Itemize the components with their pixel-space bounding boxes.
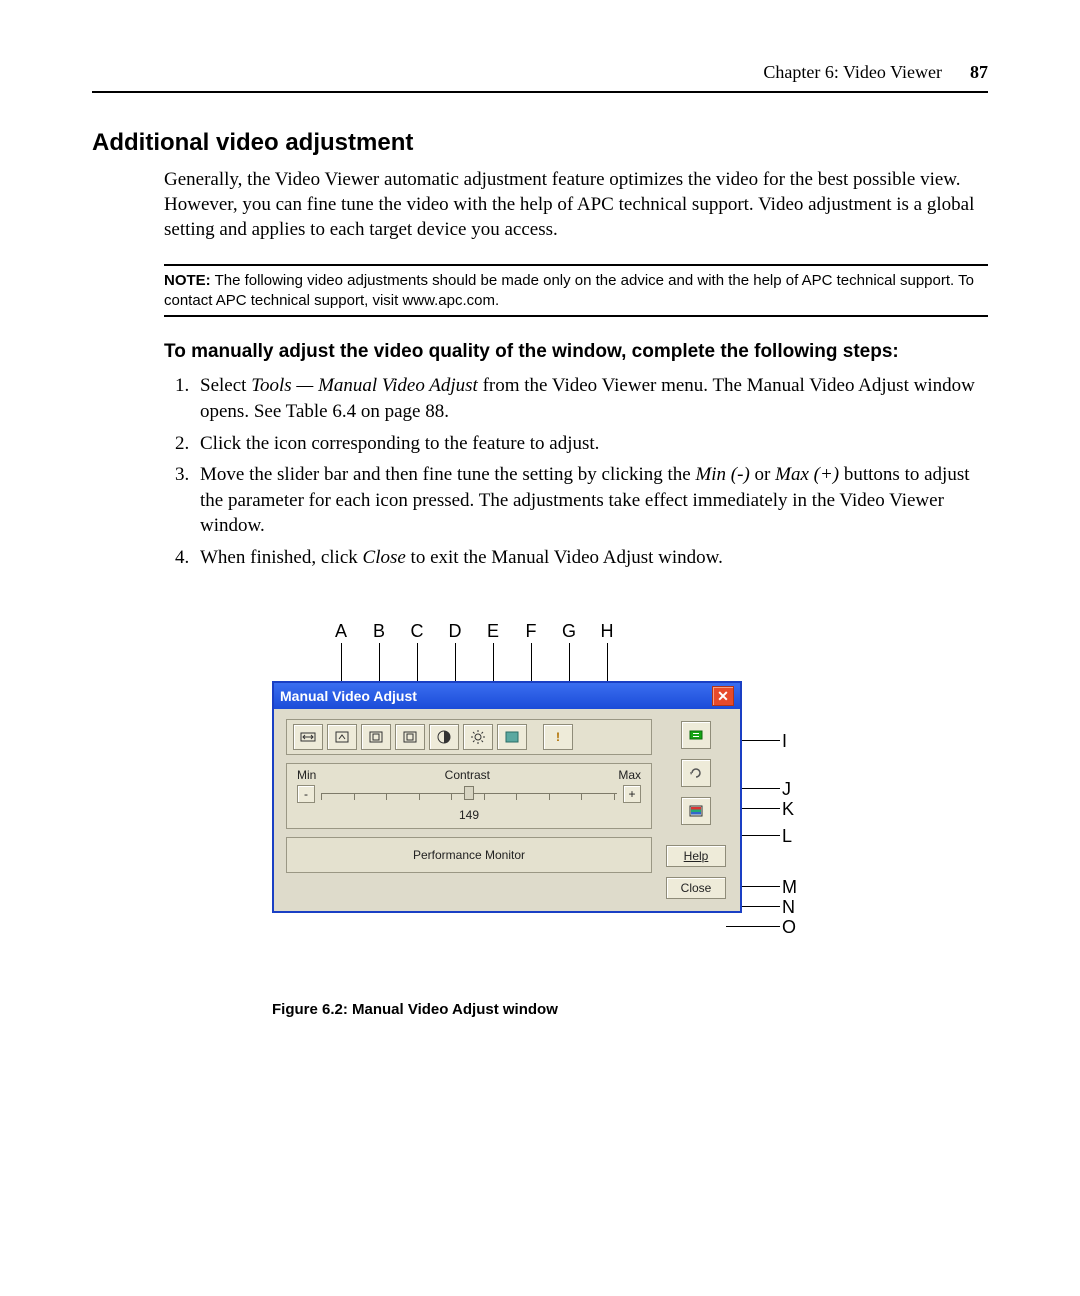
section-title: Additional video adjustment bbox=[92, 129, 988, 157]
callout-J: J bbox=[782, 779, 791, 800]
steps-list: Select Tools — Manual Video Adjust from … bbox=[164, 373, 988, 570]
running-header: Chapter 6: Video Viewer 87 bbox=[92, 62, 988, 93]
intro-paragraph: Generally, the Video Viewer automatic ad… bbox=[164, 167, 988, 242]
note-block: NOTE: The following video adjustments sh… bbox=[164, 264, 988, 317]
step-3: Move the slider bar and then fine tune t… bbox=[194, 462, 988, 539]
callout-M: M bbox=[782, 877, 797, 898]
fine-adjust-icon[interactable] bbox=[327, 724, 357, 750]
noise-icon[interactable] bbox=[497, 724, 527, 750]
callout-L: L bbox=[782, 826, 792, 847]
close-button[interactable]: Close bbox=[666, 877, 726, 899]
close-icon[interactable]: ✕ bbox=[712, 686, 734, 706]
chapter-label: Chapter 6: Video Viewer bbox=[763, 62, 942, 83]
performance-monitor-label: Performance Monitor bbox=[413, 848, 525, 862]
help-button[interactable]: Help bbox=[666, 845, 726, 867]
slider-max-label: Max bbox=[618, 768, 641, 782]
slider-min-label: Min bbox=[297, 768, 316, 782]
color-bars-button[interactable] bbox=[681, 797, 711, 825]
figure-caption: Figure 6.2: Manual Video Adjust window bbox=[272, 1001, 988, 1018]
adjust-toolbar: ! bbox=[286, 719, 652, 755]
step-2: Click the icon corresponding to the feat… bbox=[194, 431, 988, 457]
performance-monitor-panel: Performance Monitor bbox=[286, 837, 652, 873]
slider-thumb[interactable] bbox=[464, 786, 474, 800]
step-4: When finished, click Close to exit the M… bbox=[194, 545, 988, 571]
figure-6-2: ABCDEFGH I J K L M N O Manual Video Adju… bbox=[272, 621, 812, 981]
note-text: The following video adjustments should b… bbox=[164, 272, 974, 309]
callout-I: I bbox=[782, 731, 787, 752]
contrast-icon[interactable] bbox=[429, 724, 459, 750]
callout-K: K bbox=[782, 799, 794, 820]
manual-video-adjust-window: Manual Video Adjust ✕ ! bbox=[272, 681, 742, 913]
vert-pos-icon[interactable] bbox=[395, 724, 425, 750]
steps-heading: To manually adjust the video quality of … bbox=[164, 341, 988, 363]
slider-plus-button[interactable]: + bbox=[623, 785, 641, 803]
width-icon[interactable] bbox=[293, 724, 323, 750]
slider-value: 149 bbox=[297, 808, 641, 822]
slider-panel: Min Contrast Max - + bbox=[286, 763, 652, 829]
top-callout-letters: ABCDEFGH bbox=[322, 621, 626, 642]
window-title: Manual Video Adjust bbox=[280, 688, 417, 704]
brightness-icon[interactable] bbox=[463, 724, 493, 750]
auto-adjust-button[interactable] bbox=[681, 721, 711, 749]
slider-param-label: Contrast bbox=[445, 768, 490, 782]
refresh-button[interactable] bbox=[681, 759, 711, 787]
svg-text:!: ! bbox=[556, 730, 560, 744]
priority-icon[interactable]: ! bbox=[543, 724, 573, 750]
callout-N: N bbox=[782, 897, 795, 918]
titlebar[interactable]: Manual Video Adjust ✕ bbox=[274, 683, 740, 709]
step-1: Select Tools — Manual Video Adjust from … bbox=[194, 373, 988, 424]
note-label: NOTE: bbox=[164, 272, 211, 289]
callout-O: O bbox=[782, 917, 796, 938]
slider-minus-button[interactable]: - bbox=[297, 785, 315, 803]
horiz-pos-icon[interactable] bbox=[361, 724, 391, 750]
page-number: 87 bbox=[970, 62, 988, 83]
slider-track[interactable] bbox=[321, 784, 617, 804]
